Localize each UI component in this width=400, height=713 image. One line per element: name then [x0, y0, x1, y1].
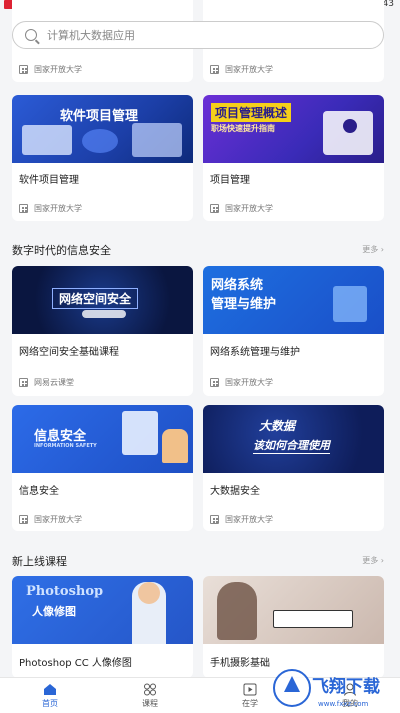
watermark-logo: 飞翔下载 www.fxxz.com: [273, 669, 380, 708]
play-icon: [243, 683, 257, 695]
building-icon: [210, 65, 219, 74]
course-source: 国家开放大学: [210, 203, 273, 214]
course-source: 国家开放大学: [210, 514, 273, 525]
course-card[interactable]: 软件项目管理 软件项目管理 国家开放大学: [12, 95, 193, 221]
course-title: 手机摄影基础: [210, 658, 270, 669]
course-title: 软件项目管理: [19, 175, 79, 186]
search-input[interactable]: [47, 28, 347, 42]
course-title: Photoshop CC 人像修图: [19, 658, 132, 669]
course-title: 信息安全: [19, 486, 59, 497]
building-icon: [19, 204, 28, 213]
course-thumbnail: 大数据 该如何合理使用: [203, 405, 384, 473]
course-title: 网络系统管理与维护: [210, 347, 300, 358]
course-title: 网络空间安全基础课程: [19, 347, 119, 358]
course-thumbnail: 项目管理概述 职场快速提升指南: [203, 95, 384, 163]
building-icon: [19, 378, 28, 387]
course-card[interactable]: Photoshop 人像修图 Photoshop CC 人像修图: [12, 576, 193, 678]
course-source: 国家开放大学: [210, 377, 273, 388]
course-title: 大数据安全: [210, 486, 260, 497]
course-thumbnail: 网络空间安全: [12, 266, 193, 334]
section-title: 数字时代的信息安全: [12, 244, 111, 257]
course-source: 国家开放大学: [19, 203, 82, 214]
search-bar[interactable]: [12, 21, 384, 49]
home-icon: [44, 683, 56, 695]
tab-home[interactable]: 首页: [0, 678, 100, 713]
watermark-url: www.fxxz.com: [318, 700, 369, 708]
more-link[interactable]: 更多 ›: [362, 555, 384, 566]
course-card[interactable]: 网络空间安全 网络空间安全基础课程 网易云课堂: [12, 266, 193, 396]
course-card[interactable]: 网络系统 管理与维护 网络系统管理与维护 国家开放大学: [203, 266, 384, 396]
course-card[interactable]: 项目管理概述 职场快速提升指南 项目管理 国家开放大学: [203, 95, 384, 221]
course-thumbnail: 软件项目管理: [12, 95, 193, 163]
building-icon: [210, 378, 219, 387]
course-thumbnail: 网络系统 管理与维护: [203, 266, 384, 334]
course-thumbnail: [203, 576, 384, 644]
building-icon: [19, 65, 28, 74]
course-source: 国家开放大学: [210, 64, 273, 75]
course-thumbnail: 信息安全 INFORMATION SAFETY: [12, 405, 193, 473]
search-icon: [25, 29, 37, 41]
course-source: 国家开放大学: [19, 514, 82, 525]
course-card[interactable]: 信息安全 INFORMATION SAFETY 信息安全 国家开放大学: [12, 405, 193, 531]
more-link[interactable]: 更多 ›: [362, 244, 384, 255]
course-title: 项目管理: [210, 175, 250, 186]
course-source: 网易云课堂: [19, 377, 74, 388]
building-icon: [210, 515, 219, 524]
course-thumbnail: Photoshop 人像修图: [12, 576, 193, 644]
section-title: 新上线课程: [12, 555, 67, 568]
building-icon: [210, 204, 219, 213]
grid-icon: [144, 683, 156, 695]
watermark-text: 飞翔下载: [312, 676, 380, 697]
course-source: 国家开放大学: [19, 64, 82, 75]
course-card[interactable]: 大数据 该如何合理使用 大数据安全 国家开放大学: [203, 405, 384, 531]
building-icon: [19, 515, 28, 524]
tab-courses[interactable]: 课程: [100, 678, 200, 713]
